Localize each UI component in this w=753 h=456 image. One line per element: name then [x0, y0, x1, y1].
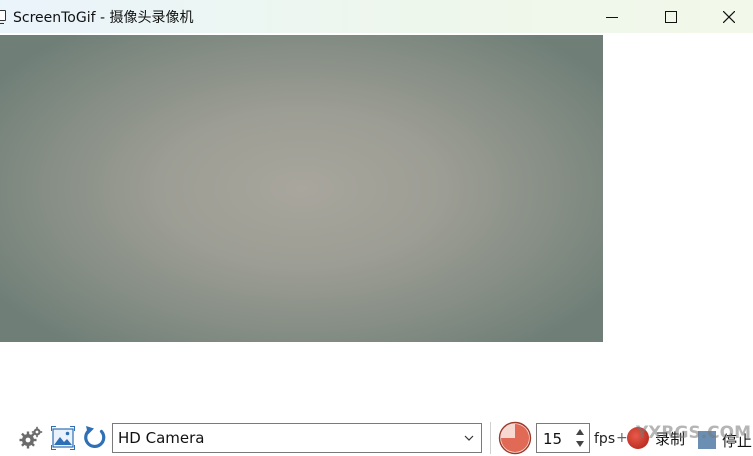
record-button[interactable]: 录制 [627, 424, 685, 452]
chevron-down-icon [464, 435, 474, 441]
window-title: ScreenToGif - 摄像头录像机 [13, 10, 194, 26]
gear-icon [19, 426, 43, 449]
timer-button[interactable] [498, 421, 532, 455]
close-button[interactable] [700, 0, 753, 33]
close-icon [723, 10, 735, 23]
fps-stepper[interactable]: 15 [536, 423, 590, 453]
fps-unit-label: fps [594, 431, 616, 447]
maximize-button[interactable] [642, 0, 700, 33]
title-bar[interactable]: ScreenToGif - 摄像头录像机 [0, 0, 753, 33]
record-icon [627, 427, 649, 449]
record-label: 录制 [655, 429, 686, 448]
app-icon [0, 10, 6, 24]
minimize-button[interactable] [583, 0, 641, 33]
bottom-toolbar: HD Camera 15 fps + 录制 停止 YXRGS.COM [0, 418, 753, 456]
toolbar-divider [490, 422, 491, 454]
refresh-button[interactable] [82, 425, 108, 451]
stop-label: 停止 [722, 431, 753, 450]
fps-value: 15 [543, 430, 563, 448]
camera-preview [0, 35, 603, 342]
stepper-arrows-icon[interactable] [575, 426, 585, 450]
camera-select-value: HD Camera [118, 429, 205, 447]
maximize-icon [665, 10, 677, 23]
timer-icon [498, 421, 532, 455]
screentogif-webcam-window: ScreenToGif - 摄像头录像机 HD Camera 15 fps + … [0, 0, 753, 456]
stop-icon [698, 431, 716, 449]
minimize-icon [606, 16, 618, 18]
snapshot-button[interactable] [51, 426, 75, 450]
stop-button[interactable]: 停止 [698, 428, 752, 452]
refresh-icon [84, 426, 106, 448]
image-icon [51, 426, 75, 450]
camera-select[interactable]: HD Camera [112, 423, 482, 453]
settings-button[interactable] [19, 426, 43, 450]
plus-icon: + [616, 430, 628, 446]
